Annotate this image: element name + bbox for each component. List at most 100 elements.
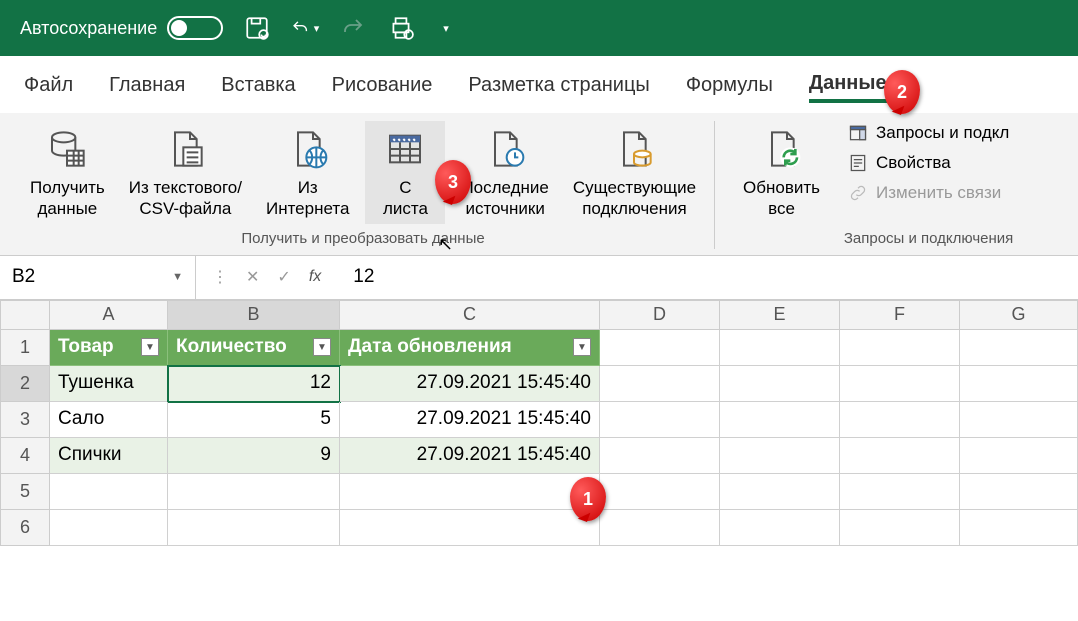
print-preview-icon[interactable] <box>387 14 415 42</box>
drag-handle-icon[interactable]: ⋮ <box>212 267 228 287</box>
row-header[interactable]: 3 <box>0 402 50 438</box>
cell[interactable] <box>50 474 168 510</box>
cell[interactable] <box>960 438 1078 474</box>
confirm-icon[interactable]: ✓ <box>277 267 290 287</box>
link-icon <box>848 183 868 203</box>
from-web-button[interactable]: Из Интернета <box>258 121 357 224</box>
column-header[interactable]: A <box>50 300 168 330</box>
cell[interactable] <box>720 474 840 510</box>
cell[interactable] <box>600 474 720 510</box>
queries-connections-button[interactable]: Запросы и подкл <box>844 121 1013 145</box>
existing-connections-button[interactable]: Существующие подключения <box>565 121 704 224</box>
document-clock-icon <box>485 125 525 173</box>
cell[interactable] <box>840 510 960 546</box>
cell[interactable] <box>340 474 600 510</box>
row-header[interactable]: 4 <box>0 438 50 474</box>
properties-label: Свойства <box>876 153 951 173</box>
cell[interactable] <box>960 474 1078 510</box>
cell[interactable] <box>168 510 340 546</box>
from-csv-button[interactable]: Из текстового/ CSV-файла <box>121 121 250 224</box>
tab-data[interactable]: Данные <box>809 72 887 103</box>
chevron-down-icon[interactable]: ▾ <box>314 22 320 35</box>
cell[interactable] <box>720 510 840 546</box>
filter-dropdown-icon[interactable]: ▼ <box>141 338 159 356</box>
table-header-cell[interactable]: Количество▼ <box>168 330 340 366</box>
tab-home[interactable]: Главная <box>109 74 185 101</box>
cell[interactable] <box>960 402 1078 438</box>
tab-formulas[interactable]: Формулы <box>686 74 773 101</box>
refresh-all-button[interactable]: Обновить все <box>735 121 828 224</box>
cell[interactable] <box>840 402 960 438</box>
toggle-switch-icon[interactable] <box>167 16 223 40</box>
database-icon <box>47 125 87 173</box>
cell[interactable] <box>840 474 960 510</box>
select-all-corner[interactable] <box>0 300 50 330</box>
cell[interactable]: Спички <box>50 438 168 474</box>
row-header[interactable]: 6 <box>0 510 50 546</box>
column-header[interactable]: D <box>600 300 720 330</box>
row-header[interactable]: 2 <box>0 366 50 402</box>
cell[interactable] <box>840 438 960 474</box>
tab-insert[interactable]: Вставка <box>221 74 295 101</box>
filter-dropdown-icon[interactable]: ▼ <box>573 338 591 356</box>
cell[interactable]: 27.09.2021 15:45:40 <box>340 366 600 402</box>
cancel-icon[interactable]: ✕ <box>246 267 259 287</box>
cell[interactable] <box>50 510 168 546</box>
column-header[interactable]: C <box>340 300 600 330</box>
table-header-cell[interactable]: Дата обновления▼ <box>340 330 600 366</box>
name-box[interactable]: B2 ▼ <box>0 256 196 299</box>
properties-button[interactable]: Свойства <box>844 151 1013 175</box>
filter-dropdown-icon[interactable]: ▼ <box>313 338 331 356</box>
cell[interactable]: 9 <box>168 438 340 474</box>
row-header[interactable]: 5 <box>0 474 50 510</box>
cell-selected[interactable]: 12 <box>168 366 340 402</box>
chevron-down-icon[interactable]: ▼ <box>172 271 183 283</box>
cell[interactable] <box>600 330 720 366</box>
redo-icon[interactable] <box>339 14 367 42</box>
cell[interactable] <box>840 366 960 402</box>
from-sheet-button[interactable]: С листа <box>365 121 445 224</box>
formula-input[interactable]: 12 <box>337 266 390 288</box>
from-web-label: Из Интернета <box>266 177 349 220</box>
get-data-button[interactable]: Получить данные <box>22 121 113 224</box>
edit-links-button: Изменить связи <box>844 181 1013 205</box>
table-header-cell[interactable]: Товар▼ <box>50 330 168 366</box>
autosave-toggle[interactable]: Автосохранение <box>20 16 223 40</box>
row-header[interactable]: 1 <box>0 330 50 366</box>
cell[interactable] <box>960 510 1078 546</box>
cell[interactable] <box>720 366 840 402</box>
cell[interactable]: 27.09.2021 15:45:40 <box>340 438 600 474</box>
cell[interactable] <box>960 366 1078 402</box>
tab-layout[interactable]: Разметка страницы <box>468 74 649 101</box>
column-header[interactable]: B <box>168 300 340 330</box>
column-header[interactable]: F <box>840 300 960 330</box>
qat-customize-icon[interactable]: ▾ <box>443 22 449 35</box>
tab-draw[interactable]: Рисование <box>332 74 433 101</box>
panel-icon <box>848 123 868 143</box>
cell[interactable]: Тушенка <box>50 366 168 402</box>
properties-icon <box>848 153 868 173</box>
cell[interactable]: 5 <box>168 402 340 438</box>
column-header[interactable]: G <box>960 300 1078 330</box>
cell[interactable] <box>720 330 840 366</box>
column-header[interactable]: E <box>720 300 840 330</box>
cell[interactable] <box>960 330 1078 366</box>
cell[interactable]: Сало <box>50 402 168 438</box>
cell[interactable] <box>600 510 720 546</box>
cell[interactable]: 27.09.2021 15:45:40 <box>340 402 600 438</box>
cell[interactable] <box>340 510 600 546</box>
fx-icon[interactable]: fx <box>309 268 321 286</box>
cell[interactable] <box>600 366 720 402</box>
ribbon-data: Получить данные Из текстового/ CSV-файла… <box>0 113 1078 256</box>
undo-icon[interactable]: ▾ <box>291 14 319 42</box>
cell[interactable] <box>720 402 840 438</box>
recent-sources-label: Последние источники <box>461 177 548 220</box>
save-icon[interactable] <box>243 14 271 42</box>
cell[interactable] <box>720 438 840 474</box>
get-data-label: Получить данные <box>30 177 105 220</box>
cell[interactable] <box>600 402 720 438</box>
cell[interactable] <box>168 474 340 510</box>
cell[interactable] <box>840 330 960 366</box>
tab-file[interactable]: Файл <box>24 74 73 101</box>
cell[interactable] <box>600 438 720 474</box>
